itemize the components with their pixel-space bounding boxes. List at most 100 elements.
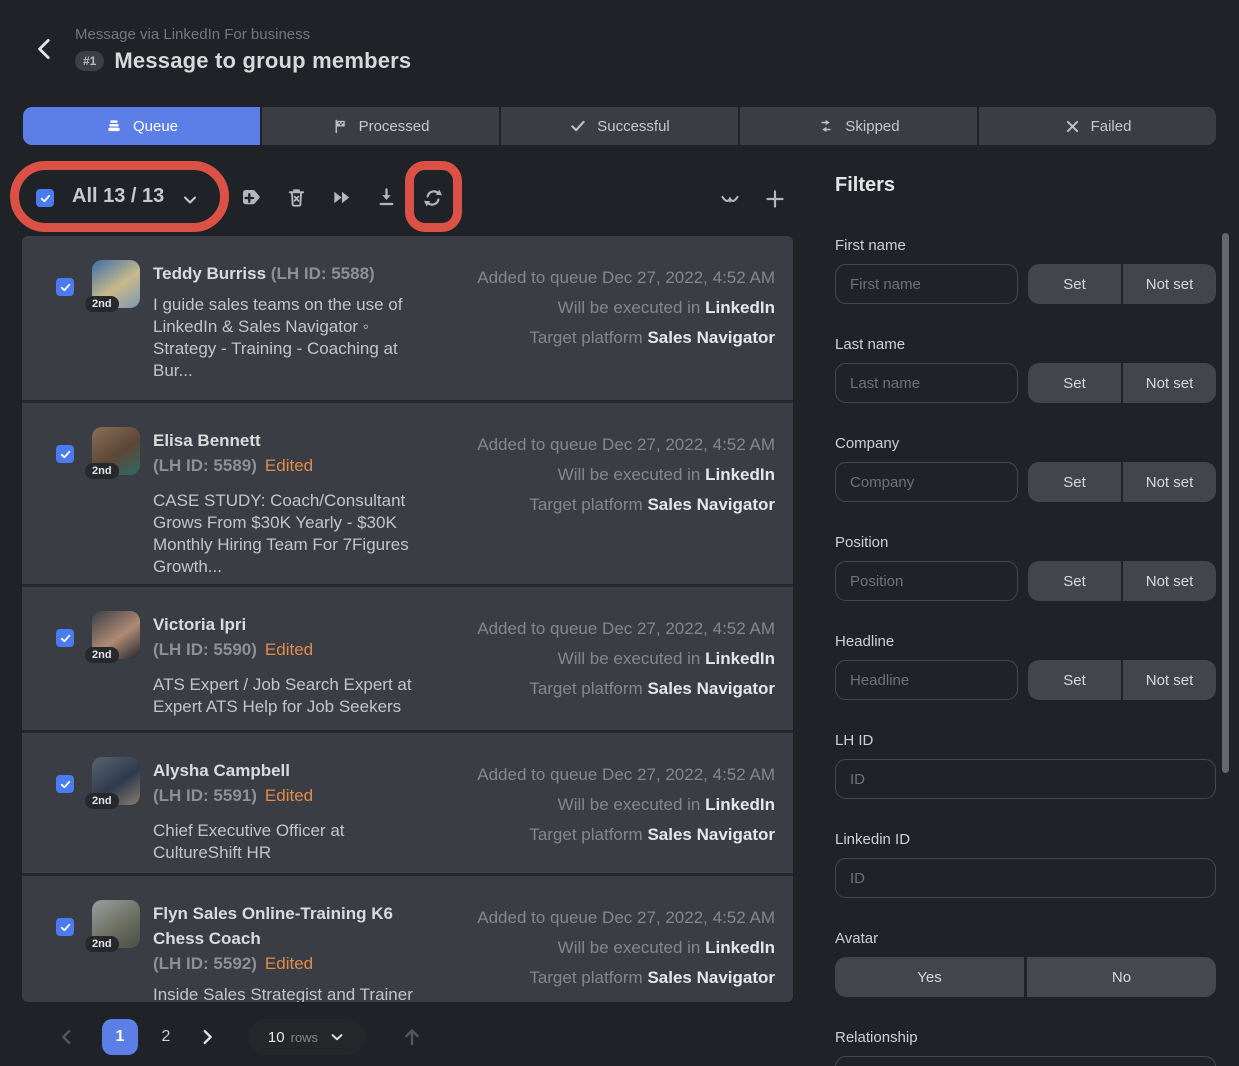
page-button-1[interactable]: 1: [102, 1019, 138, 1055]
x-cross-icon: [1064, 118, 1081, 135]
pagination: 1 2 10 rows: [22, 1014, 793, 1060]
row-checkbox[interactable]: [56, 918, 74, 936]
row-checkbox[interactable]: [56, 278, 74, 296]
check-icon: [59, 632, 72, 645]
headline-input[interactable]: [835, 660, 1018, 700]
profile-name[interactable]: Flyn Sales Online-Training K6 Chess Coac…: [153, 904, 393, 948]
tab-processed[interactable]: Processed: [262, 107, 499, 145]
edited-flag: Edited: [265, 954, 313, 973]
chevron-left-icon: [56, 1026, 78, 1048]
executed-platform: LinkedIn: [705, 649, 775, 668]
delete-button[interactable]: [285, 186, 309, 210]
add-item-button[interactable]: [763, 187, 787, 211]
queue-row[interactable]: 2nd Alysha Campbell (LH ID: 5591)Edited …: [22, 733, 793, 873]
lh-id: (LH ID: 5590): [153, 640, 257, 659]
check-icon: [59, 778, 72, 791]
target-platform-text: Target platform Sales Navigator: [429, 820, 775, 850]
filter-linkedin-id: Linkedin ID: [835, 831, 1216, 898]
chevron-left-icon: [32, 36, 58, 62]
rows-per-page-select[interactable]: 10 rows: [248, 1019, 366, 1055]
degree-badge: 2nd: [85, 647, 119, 663]
target-platform: Sales Navigator: [647, 679, 775, 698]
rows-per-page-value: 10: [268, 1029, 285, 1046]
headline-not-set-button[interactable]: Not set: [1123, 660, 1216, 700]
profile-headline: Chief Executive Officer at CultureShift …: [153, 820, 429, 864]
filter-headline: Headline SetNot set: [835, 633, 1216, 700]
company-input[interactable]: [835, 462, 1018, 502]
download-button[interactable]: [375, 186, 399, 210]
avatar-no-button[interactable]: No: [1027, 957, 1216, 997]
queue-row[interactable]: 2nd Flyn Sales Online-Training K6 Chess …: [22, 876, 793, 1002]
chevron-down-icon[interactable]: [180, 190, 200, 210]
tab-failed[interactable]: Failed: [979, 107, 1216, 145]
position-input[interactable]: [835, 561, 1018, 601]
select-all-checkbox[interactable]: [36, 189, 54, 207]
rows-per-page-word: rows: [291, 1030, 318, 1045]
profile-name[interactable]: Alysha Campbell: [153, 761, 290, 780]
first-name-not-set-button[interactable]: Not set: [1123, 264, 1216, 304]
avatar: 2nd: [92, 757, 140, 805]
headline-set-button[interactable]: Set: [1028, 660, 1121, 700]
filters-panel: Filters First name SetNot set Last name …: [835, 174, 1216, 1066]
checkmark-icon: [569, 117, 587, 135]
lh-id: (LH ID: 5592): [153, 954, 257, 973]
chevron-right-icon: [196, 1026, 218, 1048]
company-set-button[interactable]: Set: [1028, 462, 1121, 502]
added-to-queue-text: Added to queue Dec 27, 2022, 4:52 AM: [429, 430, 775, 460]
executed-in-text: Will be executed in LinkedIn: [429, 790, 775, 820]
executed-platform: LinkedIn: [705, 465, 775, 484]
scroll-to-top-button[interactable]: [400, 1025, 424, 1049]
profile-name[interactable]: Elisa Bennett: [153, 431, 261, 450]
first-name-input[interactable]: [835, 264, 1018, 304]
row-checkbox[interactable]: [56, 775, 74, 793]
last-name-not-set-button[interactable]: Not set: [1123, 363, 1216, 403]
tab-skipped[interactable]: Skipped: [740, 107, 977, 145]
tab-successful[interactable]: Successful: [501, 107, 738, 145]
executed-platform: LinkedIn: [705, 938, 775, 957]
avatar-yes-button[interactable]: Yes: [835, 957, 1024, 997]
last-name-set-button[interactable]: Set: [1028, 363, 1121, 403]
add-tag-icon: [239, 186, 263, 210]
download-icon: [375, 186, 398, 209]
queue-row[interactable]: 2nd Elisa Bennett (LH ID: 5589)Edited CA…: [22, 403, 793, 584]
tab-queue[interactable]: Queue: [23, 107, 260, 145]
profile-name[interactable]: Teddy Burriss: [153, 264, 266, 283]
filters-scrollbar[interactable]: [1222, 233, 1229, 773]
row-checkbox[interactable]: [56, 445, 74, 463]
queue-row[interactable]: 2nd Victoria Ipri (LH ID: 5590)Edited AT…: [22, 587, 793, 730]
fast-forward-button[interactable]: [330, 186, 354, 210]
selection-dropdown-label[interactable]: All 13 / 13: [72, 185, 164, 208]
page-button-2[interactable]: 2: [148, 1028, 184, 1046]
added-to-queue-text: Added to queue Dec 27, 2022, 4:52 AM: [429, 614, 775, 644]
prev-page-button[interactable]: [56, 1026, 78, 1048]
avatar: 2nd: [92, 260, 140, 308]
filter-last-name: Last name SetNot set: [835, 336, 1216, 403]
queue-list: 2nd Teddy Burriss (LH ID: 5588) I guide …: [22, 236, 793, 1002]
lh-id: (LH ID: 5591): [153, 786, 257, 805]
tab-label: Successful: [597, 118, 670, 135]
queue-row[interactable]: 2nd Teddy Burriss (LH ID: 5588) I guide …: [22, 236, 793, 400]
profile-name[interactable]: Victoria Ipri: [153, 615, 246, 634]
add-to-queue-button[interactable]: [239, 186, 263, 210]
first-name-set-button[interactable]: Set: [1028, 264, 1121, 304]
collapse-rows-icon: [718, 188, 742, 212]
last-name-input[interactable]: [835, 363, 1018, 403]
company-not-set-button[interactable]: Not set: [1123, 462, 1216, 502]
page-title: Message to group members: [114, 48, 411, 74]
executed-in-text: Will be executed in LinkedIn: [429, 460, 775, 490]
degree-badge: 2nd: [85, 463, 119, 479]
relationship-input[interactable]: [835, 1056, 1216, 1066]
linkedin-id-input[interactable]: [835, 858, 1216, 898]
position-not-set-button[interactable]: Not set: [1123, 561, 1216, 601]
refresh-button[interactable]: [421, 186, 445, 210]
edited-flag: Edited: [265, 456, 313, 475]
degree-badge: 2nd: [85, 296, 119, 312]
row-checkbox[interactable]: [56, 629, 74, 647]
plus-icon: [763, 187, 787, 211]
next-page-button[interactable]: [196, 1026, 218, 1048]
back-button[interactable]: [32, 36, 58, 62]
swap-arrows-icon: [817, 117, 835, 135]
position-set-button[interactable]: Set: [1028, 561, 1121, 601]
collapse-rows-button[interactable]: [718, 188, 742, 212]
lh-id-input[interactable]: [835, 759, 1216, 799]
